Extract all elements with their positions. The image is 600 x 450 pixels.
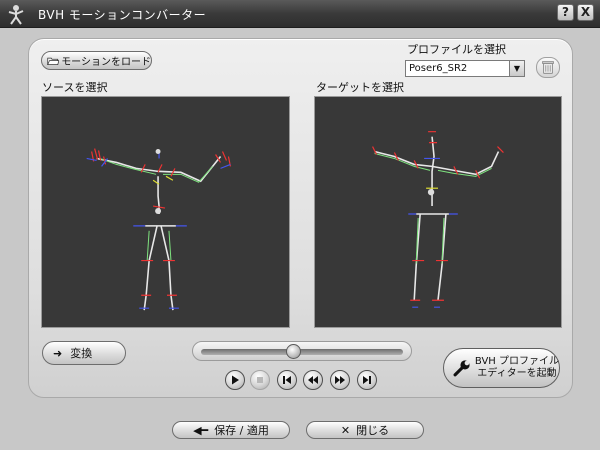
save-apply-label: 保存 / 適用 bbox=[214, 424, 269, 437]
target-skeleton bbox=[372, 131, 504, 308]
load-motion-button[interactable]: モーションをロード bbox=[41, 51, 152, 70]
timeline-track[interactable] bbox=[201, 349, 403, 355]
target-label: ターゲットを選択 bbox=[316, 81, 404, 94]
fast-forward-button[interactable] bbox=[330, 370, 350, 390]
editor-line-1: BVH プロファイル bbox=[474, 356, 559, 367]
source-skeleton bbox=[86, 148, 232, 311]
save-apply-button[interactable]: ◀━ 保存 / 適用 bbox=[172, 421, 290, 439]
folder-icon bbox=[47, 57, 60, 65]
last-frame-button[interactable] bbox=[357, 370, 377, 390]
load-motion-label: モーションをロード bbox=[61, 57, 151, 68]
skip-last-icon bbox=[363, 376, 371, 384]
target-viewport[interactable] bbox=[314, 96, 562, 328]
launch-profile-editor-button[interactable]: BVH プロファイル エディターを起動 bbox=[443, 348, 560, 388]
skip-first-icon bbox=[283, 376, 291, 384]
first-frame-button[interactable] bbox=[277, 370, 297, 390]
trash-icon bbox=[542, 61, 554, 74]
rewind-icon bbox=[308, 376, 318, 384]
figure-icon bbox=[8, 5, 24, 25]
play-button[interactable] bbox=[225, 370, 245, 390]
convert-label: 変換 bbox=[70, 347, 93, 360]
editor-button-text: BVH プロファイル エディターを起動 bbox=[475, 356, 559, 380]
stop-icon bbox=[257, 377, 263, 383]
delete-profile-button[interactable] bbox=[536, 57, 560, 78]
timeline-slider[interactable] bbox=[192, 341, 412, 361]
bvh-converter-window: BVH モーションコンバーター ? X モーションをロード プロファイルを選択 … bbox=[0, 0, 600, 450]
profile-label: プロファイルを選択 bbox=[407, 43, 506, 56]
close-icon: ✕ bbox=[340, 423, 351, 437]
source-label: ソースを選択 bbox=[42, 81, 108, 94]
play-icon bbox=[232, 375, 239, 385]
wrench-icon bbox=[453, 360, 470, 377]
fast-forward-icon bbox=[335, 376, 345, 384]
window-title: BVH モーションコンバーター bbox=[38, 8, 207, 22]
help-button[interactable]: ? bbox=[557, 4, 574, 21]
close-label: 閉じる bbox=[356, 424, 390, 437]
rewind-button[interactable] bbox=[303, 370, 323, 390]
window-close-button[interactable]: X bbox=[577, 4, 594, 21]
profile-select[interactable]: Poser6_SR2 ▼ bbox=[405, 60, 525, 77]
editor-line-2: エディターを起動 bbox=[477, 368, 557, 379]
stop-button[interactable] bbox=[250, 370, 270, 390]
arrow-left-icon: ◀━ bbox=[193, 423, 209, 437]
chevron-down-icon[interactable]: ▼ bbox=[509, 61, 524, 76]
arrow-right-icon: ➜ bbox=[53, 346, 63, 360]
convert-button[interactable]: ➜ 変換 bbox=[42, 341, 126, 365]
source-viewport[interactable] bbox=[41, 96, 290, 328]
profile-select-value: Poser6_SR2 bbox=[409, 63, 468, 74]
close-button[interactable]: ✕ 閉じる bbox=[306, 421, 424, 439]
timeline-thumb[interactable] bbox=[286, 344, 302, 359]
title-bar[interactable]: BVH モーションコンバーター ? X bbox=[0, 0, 600, 28]
